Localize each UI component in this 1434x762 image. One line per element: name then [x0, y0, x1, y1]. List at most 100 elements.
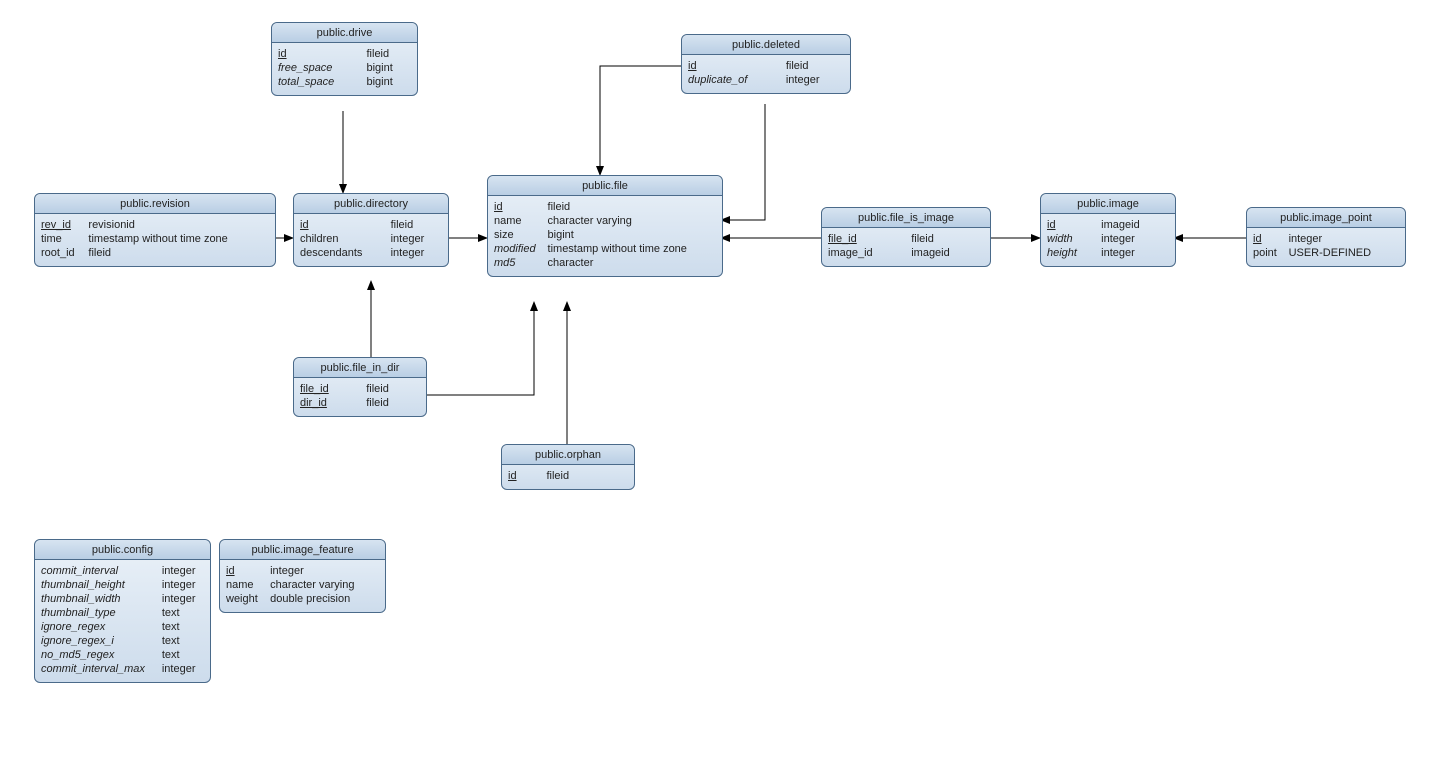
- column-name: ignore_regex: [41, 620, 162, 634]
- entity-title: public.file_is_image: [822, 208, 990, 228]
- column-name: file_id: [828, 232, 911, 246]
- column-name: modified: [494, 242, 548, 256]
- column-row: commit_interval_maxinteger: [41, 662, 204, 676]
- column-name: no_md5_regex: [41, 648, 162, 662]
- column-name: id: [226, 564, 270, 578]
- entity-title: public.image_point: [1247, 208, 1405, 228]
- entity-deleted[interactable]: public.deletedidfileidduplicate_ofintege…: [681, 34, 851, 94]
- column-type: fileid: [366, 396, 420, 410]
- column-name: id: [1253, 232, 1289, 246]
- column-row: weightdouble precision: [226, 592, 379, 606]
- column-type: integer: [162, 662, 204, 676]
- entity-file[interactable]: public.fileidfileidnamecharacter varying…: [487, 175, 723, 277]
- entity-title: public.directory: [294, 194, 448, 214]
- column-type: text: [162, 634, 204, 648]
- relationship-edge: [425, 302, 534, 395]
- column-name: descendants: [300, 246, 391, 260]
- column-row: ignore_regex_itext: [41, 634, 204, 648]
- column-row: total_spacebigint: [278, 75, 411, 89]
- column-row: thumbnail_typetext: [41, 606, 204, 620]
- entity-image_point[interactable]: public.image_pointidintegerpointUSER-DEF…: [1246, 207, 1406, 267]
- column-type: integer: [162, 578, 204, 592]
- column-name: id: [1047, 218, 1101, 232]
- column-row: timetimestamp without time zone: [41, 232, 269, 246]
- column-row: root_idfileid: [41, 246, 269, 260]
- column-row: idfileid: [508, 469, 628, 483]
- column-type: fileid: [88, 246, 269, 260]
- entity-file_in_dir[interactable]: public.file_in_dirfile_idfileiddir_idfil…: [293, 357, 427, 417]
- column-name: id: [494, 200, 548, 214]
- column-type: fileid: [367, 47, 412, 61]
- column-row: idfileid: [278, 47, 411, 61]
- column-name: id: [278, 47, 367, 61]
- entity-revision[interactable]: public.revisionrev_idrevisionidtimetimes…: [34, 193, 276, 267]
- entity-directory[interactable]: public.directoryidfileidchildrenintegerd…: [293, 193, 449, 267]
- column-row: dir_idfileid: [300, 396, 420, 410]
- relationship-edge: [721, 104, 765, 220]
- column-type: fileid: [786, 59, 844, 73]
- column-type: imageid: [911, 246, 984, 260]
- column-name: id: [688, 59, 786, 73]
- column-row: idinteger: [1253, 232, 1399, 246]
- relationship-edge: [600, 66, 681, 175]
- column-name: height: [1047, 246, 1101, 260]
- column-row: ignore_regextext: [41, 620, 204, 634]
- column-type: integer: [786, 73, 844, 87]
- column-type: character varying: [270, 578, 379, 592]
- column-type: fileid: [548, 200, 716, 214]
- edges-layer: [0, 0, 1434, 762]
- column-name: duplicate_of: [688, 73, 786, 87]
- column-type: double precision: [270, 592, 379, 606]
- entity-config[interactable]: public.configcommit_intervalintegerthumb…: [34, 539, 211, 683]
- column-row: descendantsinteger: [300, 246, 442, 260]
- entity-columns: file_idfileidimage_idimageid: [822, 228, 990, 266]
- entity-image[interactable]: public.image idimageidwidthintegerheighti…: [1040, 193, 1176, 267]
- column-name: thumbnail_height: [41, 578, 162, 592]
- column-name: file_id: [300, 382, 366, 396]
- column-row: md5character: [494, 256, 716, 270]
- entity-title: public.image: [1041, 194, 1175, 214]
- column-row: childreninteger: [300, 232, 442, 246]
- column-name: dir_id: [300, 396, 366, 410]
- column-name: id: [300, 218, 391, 232]
- column-type: imageid: [1101, 218, 1169, 232]
- entity-file_is_image[interactable]: public.file_is_imagefile_idfileidimage_i…: [821, 207, 991, 267]
- column-type: timestamp without time zone: [548, 242, 716, 256]
- entity-orphan[interactable]: public.orphanidfileid: [501, 444, 635, 490]
- entity-columns: idfileid: [502, 465, 634, 489]
- entity-columns: file_idfileiddir_idfileid: [294, 378, 426, 416]
- column-type: integer: [1101, 232, 1169, 246]
- column-row: thumbnail_widthinteger: [41, 592, 204, 606]
- column-type: timestamp without time zone: [88, 232, 269, 246]
- column-name: image_id: [828, 246, 911, 260]
- entity-drive[interactable]: public.drive idfileidfree_spacebiginttota…: [271, 22, 418, 96]
- column-row: idfileid: [688, 59, 844, 73]
- column-name: name: [494, 214, 548, 228]
- column-name: commit_interval: [41, 564, 162, 578]
- entity-columns: idfileidnamecharacter varyingsizebigintm…: [488, 196, 722, 276]
- column-name: thumbnail_width: [41, 592, 162, 606]
- column-row: no_md5_regextext: [41, 648, 204, 662]
- column-name: name: [226, 578, 270, 592]
- entity-title: public.revision: [35, 194, 275, 214]
- column-row: free_spacebigint: [278, 61, 411, 75]
- column-type: character varying: [548, 214, 716, 228]
- column-name: rev_id: [41, 218, 88, 232]
- column-row: namecharacter varying: [226, 578, 379, 592]
- column-name: width: [1047, 232, 1101, 246]
- column-type: text: [162, 620, 204, 634]
- entity-title: public.deleted: [682, 35, 850, 55]
- entity-columns: idfileidchildrenintegerdescendantsintege…: [294, 214, 448, 266]
- column-type: text: [162, 606, 204, 620]
- column-type: bigint: [367, 61, 412, 75]
- column-name: total_space: [278, 75, 367, 89]
- column-name: children: [300, 232, 391, 246]
- column-type: fileid: [911, 232, 984, 246]
- entity-title: public.drive: [272, 23, 417, 43]
- entity-columns: idfileidduplicate_ofinteger: [682, 55, 850, 93]
- entity-image_feature[interactable]: public.image_featureidintegernamecharact…: [219, 539, 386, 613]
- column-row: namecharacter varying: [494, 214, 716, 228]
- column-type: bigint: [548, 228, 716, 242]
- column-row: modifiedtimestamp without time zone: [494, 242, 716, 256]
- column-type: integer: [1101, 246, 1169, 260]
